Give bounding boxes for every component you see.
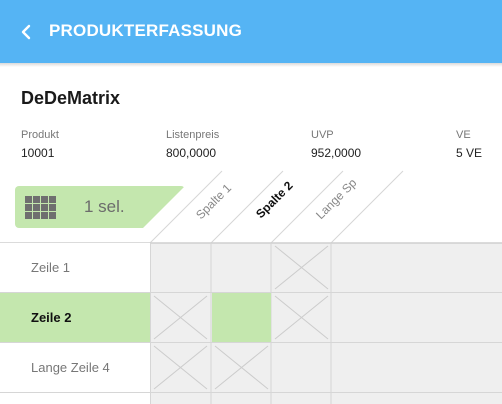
matrix-cell-unavailable [151, 343, 210, 392]
selection-count: 1 sel. [84, 197, 125, 216]
matrix-cell-unavailable [272, 243, 331, 292]
matrix-cell-unavailable [151, 293, 210, 342]
row-label-1[interactable]: Zeile 1 [0, 243, 150, 292]
matrix-cell-unavailable [212, 343, 271, 392]
cross-icon [153, 295, 208, 340]
matrix-cell[interactable] [212, 243, 271, 292]
matrix-cell-selected[interactable] [212, 293, 271, 342]
cross-icon [274, 245, 329, 290]
row-label-3[interactable]: Lange Zeile 4 [0, 343, 150, 392]
matrix-cell-unavailable [272, 293, 331, 342]
matrix-cell[interactable] [272, 343, 331, 392]
cross-icon [153, 345, 208, 390]
row-label-2[interactable]: Zeile 2 [0, 293, 150, 342]
matrix-cell[interactable] [151, 243, 210, 292]
cross-icon [214, 345, 269, 390]
grid-icon [25, 194, 57, 220]
cross-icon [274, 295, 329, 340]
